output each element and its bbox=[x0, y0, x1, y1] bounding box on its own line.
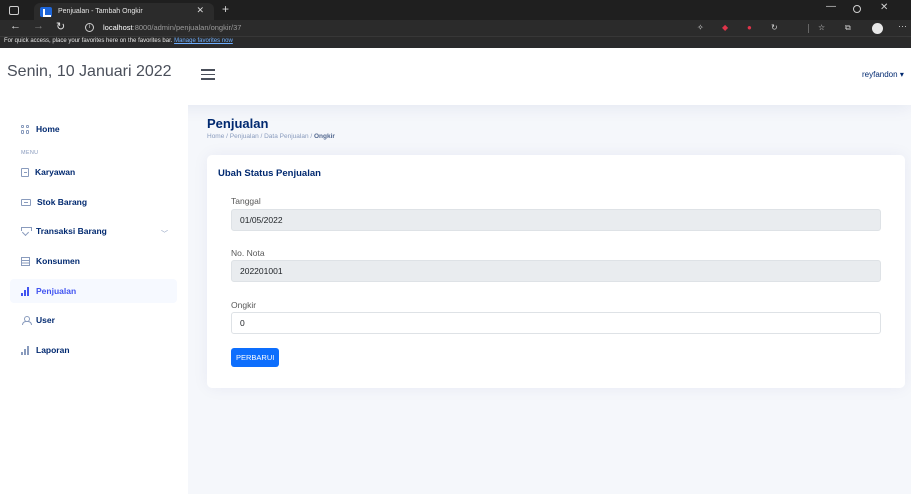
form-card: Ubah Status Penjualan Tanggal 01/05/2022… bbox=[207, 155, 905, 388]
sidebar-item-home[interactable]: Home bbox=[21, 124, 60, 134]
maximize-icon[interactable] bbox=[853, 5, 861, 13]
breadcrumb-data-penjualan[interactable]: Data Penjualan bbox=[264, 133, 308, 140]
document-icon bbox=[21, 167, 29, 177]
back-icon[interactable]: ← bbox=[10, 20, 21, 32]
url-path: :8000/admin/penjualan/ongkir/37 bbox=[132, 23, 242, 32]
tanggal-label: Tanggal bbox=[231, 196, 261, 206]
toolbar-divider bbox=[808, 24, 809, 33]
app-header: Senin, 10 Januari 2022 reyfandon ▾ bbox=[0, 48, 911, 105]
profile-avatar[interactable] bbox=[872, 23, 883, 34]
card-title: Ubah Status Penjualan bbox=[218, 168, 321, 179]
forward-icon[interactable]: → bbox=[33, 20, 44, 32]
menu-section-label: MENU bbox=[21, 150, 39, 156]
manage-favorites-link[interactable]: Manage favorites now bbox=[174, 38, 233, 44]
breadcrumb-home[interactable]: Home bbox=[207, 133, 224, 140]
bar-chart-icon bbox=[21, 345, 30, 355]
collections-icon[interactable]: ⧉ bbox=[845, 23, 851, 33]
tab-close-icon[interactable]: ✕ bbox=[196, 5, 204, 16]
sidebar: Home MENU Karyawan Stok Barang Transaksi… bbox=[0, 105, 188, 494]
table-icon bbox=[21, 256, 30, 266]
tab-title: Penjualan - Tambah Ongkir bbox=[58, 8, 143, 15]
sidebar-item-stok-barang[interactable]: Stok Barang bbox=[21, 197, 87, 207]
box-icon bbox=[21, 198, 31, 206]
person-icon bbox=[21, 315, 32, 325]
bar-chart-icon bbox=[21, 286, 30, 296]
favorites-bar: For quick access, place your favorites h… bbox=[0, 36, 911, 48]
sidebar-item-label: Transaksi Barang bbox=[36, 226, 107, 236]
breadcrumb-penjualan[interactable]: Penjualan bbox=[230, 133, 259, 140]
sidebar-item-label: Konsumen bbox=[36, 256, 80, 266]
url-field[interactable]: localhost:8000/admin/penjualan/ongkir/37 bbox=[103, 23, 241, 32]
favicon-icon bbox=[40, 6, 52, 17]
tanggal-field: 01/05/2022 bbox=[231, 209, 881, 231]
new-tab-icon[interactable]: + bbox=[222, 2, 229, 16]
address-bar: ← → ↻ i localhost:8000/admin/penjualan/o… bbox=[0, 20, 911, 36]
sidebar-item-label: Karyawan bbox=[35, 167, 76, 177]
breadcrumb-current: Ongkir bbox=[313, 133, 335, 140]
read-aloud-icon[interactable]: ✧ bbox=[697, 23, 704, 32]
extension-red-icon[interactable]: ◆ bbox=[722, 23, 728, 32]
sidebar-item-konsumen[interactable]: Konsumen bbox=[21, 256, 80, 266]
browser-tab[interactable]: Penjualan - Tambah Ongkir ✕ bbox=[34, 3, 214, 20]
sidebar-item-label: User bbox=[36, 315, 55, 325]
sidebar-item-laporan[interactable]: Laporan bbox=[21, 345, 70, 355]
sidebar-item-penjualan[interactable]: Penjualan bbox=[21, 286, 76, 296]
sidebar-item-label: Stok Barang bbox=[37, 197, 88, 207]
user-dropdown[interactable]: reyfandon ▾ bbox=[862, 70, 904, 79]
sidebar-item-transaksi-barang[interactable]: Transaksi Barang bbox=[21, 226, 107, 236]
hamburger-menu-icon[interactable] bbox=[201, 69, 215, 80]
header-date: Senin, 10 Januari 2022 bbox=[7, 63, 172, 80]
url-host: localhost bbox=[103, 23, 133, 32]
minimize-icon[interactable]: — bbox=[826, 1, 836, 12]
ongkir-label: Ongkir bbox=[231, 300, 257, 310]
more-menu-icon[interactable]: ··· bbox=[898, 21, 907, 31]
gem-icon bbox=[21, 227, 32, 235]
favorites-star-icon[interactable]: ☆ bbox=[818, 23, 825, 32]
no-nota-label: No. Nota bbox=[231, 248, 265, 258]
sidebar-item-label: Laporan bbox=[36, 345, 70, 355]
chevron-down-icon[interactable]: ﹀ bbox=[161, 229, 168, 239]
sidebar-item-label: Penjualan bbox=[36, 286, 77, 296]
sidebar-item-karyawan[interactable]: Karyawan bbox=[21, 167, 75, 177]
ongkir-input[interactable]: 0 bbox=[231, 312, 881, 334]
breadcrumb: Home / Penjualan / Data Penjualan / Ongk… bbox=[207, 133, 335, 140]
user-name: reyfandon bbox=[862, 70, 898, 79]
sidebar-item-user[interactable]: User bbox=[21, 315, 55, 325]
close-window-icon[interactable]: ✕ bbox=[880, 2, 888, 13]
tab-actions-icon[interactable] bbox=[9, 5, 19, 15]
site-info-icon[interactable]: i bbox=[85, 23, 94, 32]
page-title: Penjualan bbox=[207, 116, 269, 131]
no-nota-field: 202201001 bbox=[231, 260, 881, 282]
refresh-extension-icon[interactable]: ↻ bbox=[771, 23, 778, 32]
reload-icon[interactable]: ↻ bbox=[56, 20, 65, 33]
extension-shield-icon[interactable]: ● bbox=[747, 23, 752, 32]
favorites-hint: For quick access, place your favorites h… bbox=[4, 38, 173, 44]
grid-icon bbox=[21, 124, 30, 134]
browser-tab-bar: Penjualan - Tambah Ongkir ✕ + — ✕ bbox=[0, 0, 911, 20]
sidebar-item-label: Home bbox=[36, 124, 60, 134]
perbarui-button[interactable]: PERBARUI bbox=[231, 348, 280, 367]
